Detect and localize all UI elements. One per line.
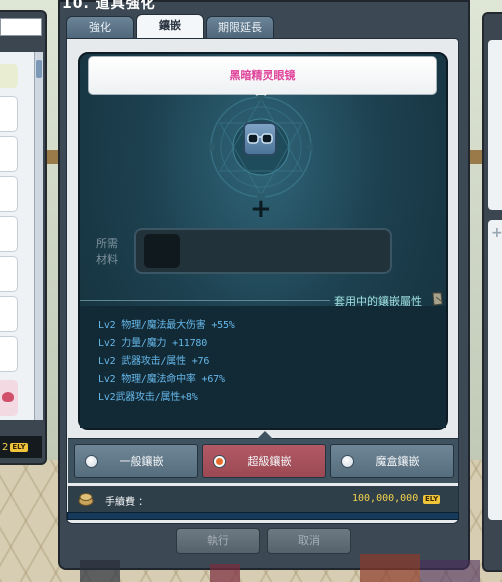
inventory-slot[interactable]: [0, 96, 18, 132]
inventory-money: 2 ELY: [0, 436, 42, 458]
side-panel: [488, 40, 502, 210]
radio-button[interactable]: [341, 454, 354, 468]
stat-line: Lv2武器攻击/属性+8%: [98, 392, 198, 403]
inventory-item-equipment[interactable]: [0, 64, 18, 88]
inventory-slot[interactable]: [0, 296, 18, 332]
stat-line: Lv2 力量/魔力 +11780: [98, 338, 208, 349]
tab-extend-period[interactable]: 期限延長: [206, 16, 274, 40]
inventory-slot[interactable]: [0, 336, 18, 372]
inventory-slot[interactable]: [0, 176, 18, 212]
ely-currency-icon: ELY: [10, 442, 28, 452]
plus-icon: +: [250, 194, 272, 224]
inventory-slot[interactable]: [0, 216, 18, 252]
radio-button[interactable]: [85, 454, 98, 468]
stat-line: Lv2 物理/魔法最大伤害 +55%: [98, 320, 235, 331]
required-material-label: 所需材料: [96, 237, 118, 266]
item-name-box: 黑暗精灵眼镜: [88, 56, 437, 95]
normal-inlay-option[interactable]: 一般鑲嵌: [74, 444, 198, 478]
character-sprites: [80, 554, 480, 582]
options-pointer: [257, 431, 273, 439]
tab-enhance[interactable]: 強化: [66, 16, 134, 40]
tab-inlay[interactable]: 鑲嵌: [136, 14, 204, 40]
fee-label: 手續費 ：: [105, 497, 149, 508]
add-icon[interactable]: +: [491, 226, 502, 240]
magic-box-inlay-option[interactable]: 魔盒鑲嵌: [330, 444, 454, 478]
radio-button-selected[interactable]: [213, 454, 226, 468]
super-inlay-option[interactable]: 超級鑲嵌: [202, 444, 326, 478]
stat-line: Lv2 武器攻击/属性 +76: [98, 356, 210, 367]
dialog-title: 10. 道具強化: [62, 0, 156, 12]
inventory-money-value: 2: [2, 441, 9, 453]
tab-bar: 強化 鑲嵌 期限延長: [66, 14, 274, 40]
option-label: 超級鑲嵌: [247, 455, 292, 468]
scroll-icon: [432, 292, 443, 306]
inventory-item-accessory[interactable]: [0, 380, 18, 416]
inventory-slot[interactable]: [0, 136, 18, 172]
glasses-icon: [247, 133, 273, 144]
option-label: 魔盒鑲嵌: [375, 455, 420, 468]
side-panel-lower: [488, 220, 502, 520]
fee-value: 100,000,000: [352, 493, 419, 504]
inventory-slot[interactable]: [0, 256, 18, 292]
option-label: 一般鑲嵌: [119, 455, 164, 468]
material-slot[interactable]: [144, 234, 180, 268]
scrollbar-thumb[interactable]: [36, 60, 42, 78]
ely-currency-icon: ELY: [423, 495, 441, 504]
inventory-scrollbar[interactable]: [34, 52, 43, 420]
coin-bag-icon: [78, 493, 94, 506]
progress-bar: [67, 512, 459, 520]
stats-divider: [80, 300, 330, 301]
item-name: 黑暗精灵眼镜: [229, 69, 296, 82]
item-slot[interactable]: [243, 122, 277, 156]
stat-line: Lv2 物理/魔法命中率 +67%: [98, 374, 225, 385]
inventory-search-input[interactable]: [0, 18, 42, 36]
